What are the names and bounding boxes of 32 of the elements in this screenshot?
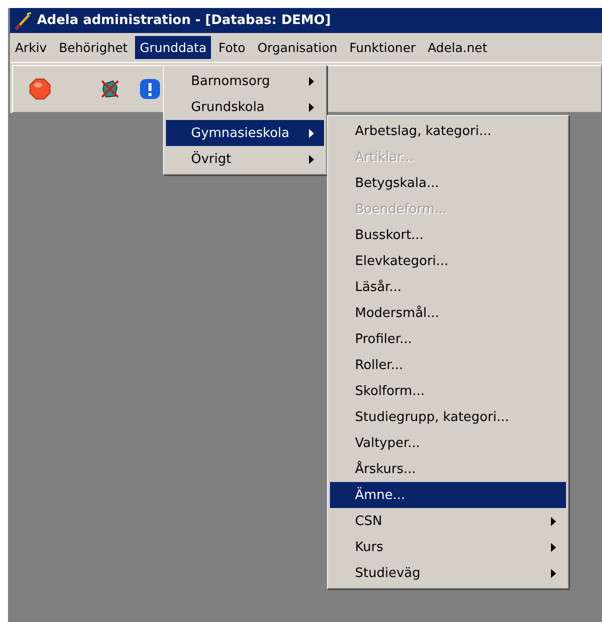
menu-item[interactable]: Valtyper...	[330, 430, 566, 456]
menu-item[interactable]: Skolform...	[330, 378, 566, 404]
wand-icon	[14, 12, 32, 30]
window-title: Adela administration - [Databas: DEMO]	[37, 13, 331, 28]
menu-item[interactable]: Adela.net	[422, 36, 492, 59]
menu-item[interactable]: Behörighet	[54, 36, 133, 59]
menu-item[interactable]: Betygskala...	[330, 170, 566, 196]
alert-icon[interactable]	[139, 78, 161, 100]
menu-item[interactable]: Kurs	[330, 534, 566, 560]
menu-item[interactable]: Arkiv	[10, 36, 52, 59]
menu-item[interactable]: Organisation	[252, 36, 342, 59]
menu-item[interactable]: Årskurs...	[330, 456, 566, 482]
menu-item[interactable]: Roller...	[330, 352, 566, 378]
menu-item[interactable]: Ämne...	[330, 482, 566, 508]
menu-item[interactable]: Arbetslag, kategori...	[330, 118, 566, 144]
menu-item[interactable]: Funktioner	[344, 36, 421, 59]
menu-item[interactable]: Studieväg	[330, 560, 566, 586]
menu-item[interactable]: Foto	[213, 36, 250, 59]
menu-item[interactable]: Studiegrupp, kategori...	[330, 404, 566, 430]
menu-item[interactable]: Gymnasieskola	[166, 120, 324, 146]
menu-item[interactable]: Grundskola	[166, 94, 324, 120]
menu-item[interactable]: Läsår...	[330, 274, 566, 300]
menu-item[interactable]: Övrigt	[166, 146, 324, 172]
menu-item[interactable]: CSN	[330, 508, 566, 534]
menu-item[interactable]: Profiler...	[330, 326, 566, 352]
menu-item[interactable]: Busskort...	[330, 222, 566, 248]
menu-item[interactable]: Barnomsorg	[166, 68, 324, 94]
crossed-out-icon[interactable]	[99, 78, 121, 100]
stop-icon[interactable]	[29, 78, 51, 100]
menu-item[interactable]: Grunddata	[134, 36, 212, 59]
menu-item[interactable]: Elevkategori...	[330, 248, 566, 274]
menu-item[interactable]: Modersmål...	[330, 300, 566, 326]
